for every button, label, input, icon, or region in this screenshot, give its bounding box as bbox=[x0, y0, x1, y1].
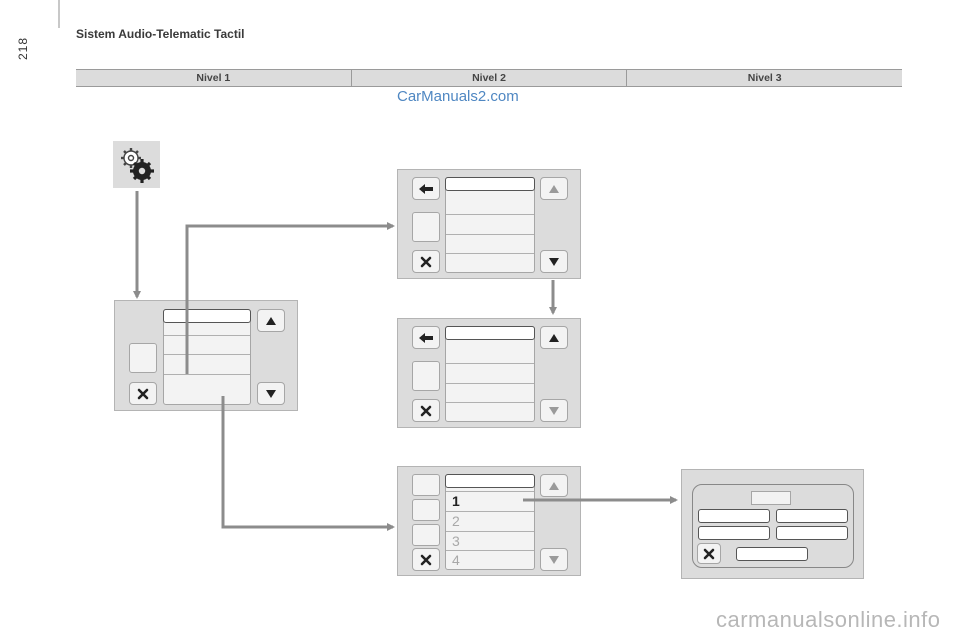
watermark-bottom: carmanualsonline.info bbox=[716, 607, 941, 632]
triangle-up-icon bbox=[549, 333, 559, 342]
close-x-icon bbox=[420, 405, 432, 416]
back-button[interactable] bbox=[412, 177, 440, 200]
level-1-label: Nivel 1 bbox=[196, 72, 231, 84]
level-1-screen-panel bbox=[114, 300, 298, 411]
side-square-button[interactable] bbox=[412, 524, 440, 546]
list-item[interactable] bbox=[446, 254, 534, 272]
close-x-icon bbox=[420, 554, 432, 565]
triangle-down-icon bbox=[266, 389, 276, 398]
scroll-down-button[interactable] bbox=[540, 548, 568, 571]
back-button[interactable] bbox=[412, 326, 440, 349]
close-button[interactable] bbox=[697, 543, 721, 564]
list-header-tab bbox=[445, 326, 535, 340]
dialog-option-button[interactable] bbox=[776, 526, 848, 540]
list-item[interactable] bbox=[446, 235, 534, 254]
triangle-down-icon bbox=[549, 555, 559, 564]
level-2-screen-panel-b bbox=[397, 318, 581, 428]
triangle-down-icon bbox=[549, 257, 559, 266]
back-arrow-icon bbox=[419, 332, 433, 343]
side-square-button[interactable] bbox=[412, 499, 440, 521]
side-square-button[interactable] bbox=[129, 343, 157, 373]
preset-item-1[interactable]: 1 bbox=[446, 492, 534, 512]
close-x-icon bbox=[703, 548, 715, 559]
level-2-screen-panel-c: 1 2 3 4 bbox=[397, 466, 581, 576]
preset-item-3[interactable]: 3 bbox=[446, 532, 534, 551]
list-item[interactable] bbox=[446, 215, 534, 235]
list-item[interactable] bbox=[164, 375, 250, 404]
close-button[interactable] bbox=[412, 250, 440, 273]
triangle-down-icon bbox=[549, 406, 559, 415]
side-square-button[interactable] bbox=[412, 474, 440, 496]
back-arrow-icon bbox=[419, 183, 433, 194]
list-header-tab bbox=[163, 309, 251, 323]
scroll-down-button[interactable] bbox=[257, 382, 285, 405]
scroll-down-button[interactable] bbox=[540, 250, 568, 273]
close-x-icon bbox=[137, 388, 149, 399]
list-item[interactable] bbox=[446, 403, 534, 421]
menu-list bbox=[445, 177, 535, 273]
scroll-down-button[interactable] bbox=[540, 399, 568, 422]
scroll-up-button[interactable] bbox=[257, 309, 285, 332]
dialog-option-button[interactable] bbox=[698, 509, 770, 523]
level-3-label: Nivel 3 bbox=[626, 70, 902, 86]
preset-list: 1 2 3 4 bbox=[445, 474, 535, 570]
preset-item-2[interactable]: 2 bbox=[446, 512, 534, 532]
level-2-screen-panel-a bbox=[397, 169, 581, 279]
scroll-up-button[interactable] bbox=[540, 474, 568, 497]
menu-list bbox=[445, 326, 535, 422]
close-x-icon bbox=[420, 256, 432, 267]
scroll-up-button[interactable] bbox=[540, 326, 568, 349]
margin-rule bbox=[58, 0, 60, 28]
triangle-up-icon bbox=[266, 316, 276, 325]
arrow-level-1-to-level-2-c bbox=[221, 396, 395, 531]
level-2-label: Nivel 2 bbox=[350, 70, 627, 86]
triangle-up-icon bbox=[549, 184, 559, 193]
close-button[interactable] bbox=[412, 548, 440, 571]
side-square-button[interactable] bbox=[412, 212, 440, 242]
dialog-option-button[interactable] bbox=[698, 526, 770, 540]
document-title: Sistem Audio-Telematic Tactil bbox=[76, 27, 245, 41]
close-button[interactable] bbox=[129, 382, 157, 405]
menu-list bbox=[163, 309, 251, 405]
dialog-title-box bbox=[751, 491, 791, 505]
preset-item-4[interactable]: 4 bbox=[446, 551, 534, 569]
dialog-confirm-button[interactable] bbox=[736, 547, 808, 561]
list-header-tab bbox=[445, 177, 535, 191]
watermark-top: CarManuals2.com bbox=[397, 88, 519, 105]
page-number: 218 bbox=[16, 36, 30, 60]
list-header-tab bbox=[445, 474, 535, 488]
scroll-up-button[interactable] bbox=[540, 177, 568, 200]
side-square-button[interactable] bbox=[412, 361, 440, 391]
close-button[interactable] bbox=[412, 399, 440, 422]
settings-tile[interactable] bbox=[113, 141, 160, 188]
list-item[interactable] bbox=[164, 336, 250, 355]
list-item[interactable] bbox=[446, 384, 534, 403]
level-3-dialog-panel bbox=[681, 469, 864, 579]
dialog-option-button[interactable] bbox=[776, 509, 848, 523]
list-item[interactable] bbox=[446, 364, 534, 384]
list-item[interactable] bbox=[164, 355, 250, 375]
triangle-up-icon bbox=[549, 481, 559, 490]
gears-icon bbox=[121, 148, 154, 183]
level-header-bar: Nivel 1 Nivel 2 Nivel 3 bbox=[76, 69, 902, 87]
